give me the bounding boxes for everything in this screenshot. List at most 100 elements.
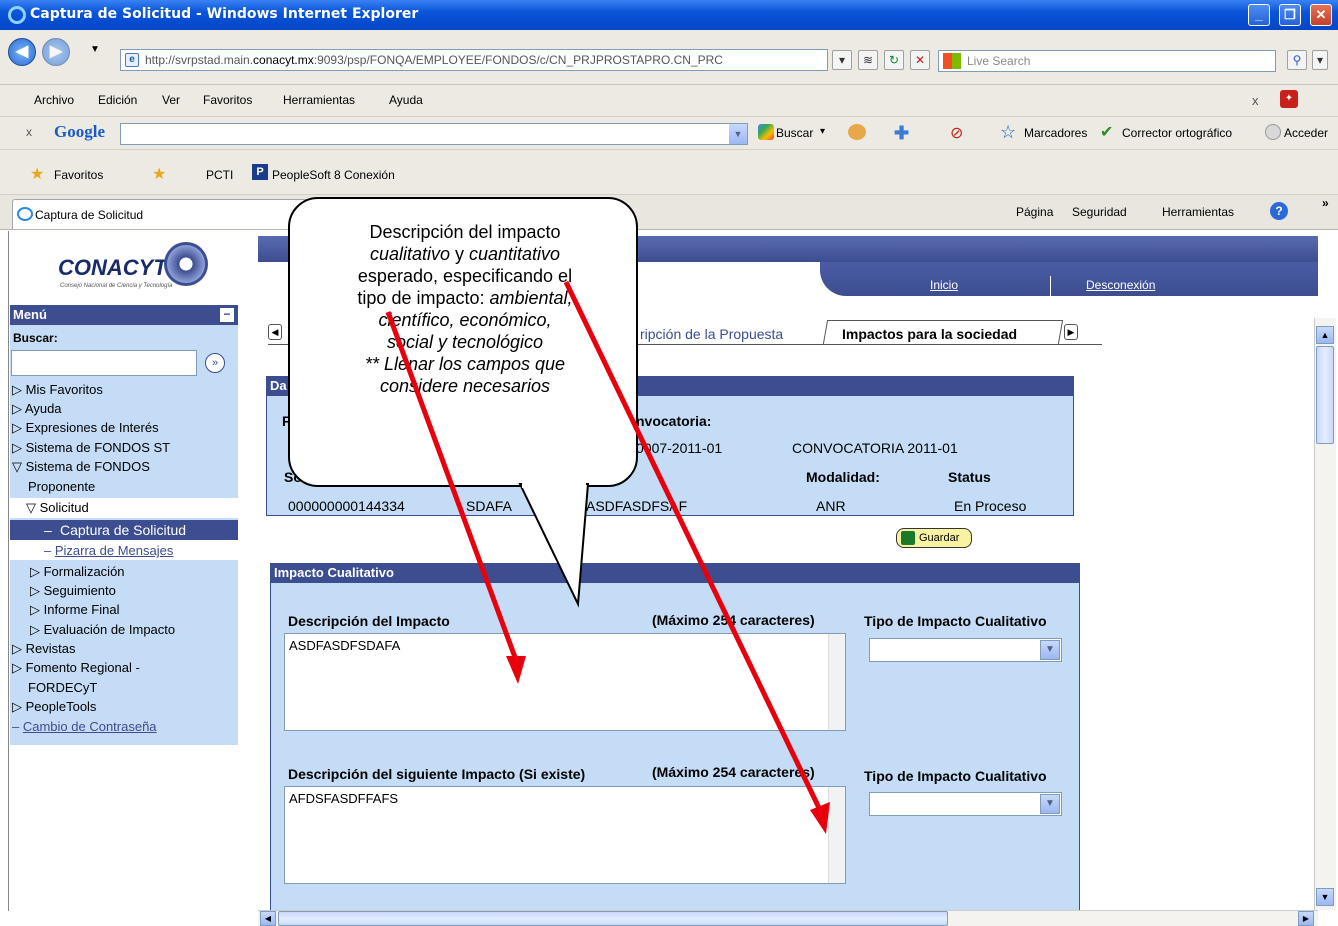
compat-view-icon[interactable]: ≋ [858, 50, 878, 70]
corrector-button[interactable]: Corrector ortográfico [1122, 126, 1232, 140]
star-bookmark-icon[interactable]: ☆ [1000, 122, 1016, 143]
tab-descripcion-propuesta[interactable]: ripción de la Propuesta [640, 326, 783, 342]
tipo1-label: Tipo de Impacto Cualitativo [864, 613, 1047, 629]
sidebar-item-expresiones[interactable]: ▷ Expresiones de Interés [12, 420, 159, 436]
desc2-textarea[interactable]: AFDSFASDFFAFS [284, 786, 846, 884]
sidebar-item-ayuda[interactable]: ▷ Ayuda [12, 401, 62, 417]
desc1-scrollbar[interactable] [828, 634, 845, 730]
history-dropdown-icon[interactable]: ▼ [90, 44, 100, 55]
spellcheck-icon[interactable]: ✔ [1100, 122, 1113, 142]
favoritos-button[interactable]: Favoritos [54, 168, 103, 182]
favorites-star-icon[interactable]: ★ [30, 164, 44, 184]
fav-link-peoplesoft[interactable]: PeopleSoft 8 Conexión [272, 168, 395, 182]
menu-favoritos[interactable]: Favoritos [203, 93, 252, 107]
sidebar-item-fordecyt[interactable]: FORDECyT [28, 680, 97, 695]
add-button-icon[interactable]: ✚ [894, 123, 909, 144]
sidebar-item-captura-selected[interactable]: – Captura de Solicitud [10, 520, 238, 540]
back-icon[interactable]: ◀ [8, 38, 36, 66]
sidebar-search-go-icon[interactable]: » [205, 353, 225, 373]
scroll-down-icon[interactable]: ▼ [1316, 888, 1334, 906]
sidebar-item-solicitud[interactable]: ▽ Solicitud [26, 500, 89, 516]
page-horizontal-scrollbar[interactable]: ◀ ▶ [258, 910, 1318, 926]
sidebar-item-proponente[interactable]: Proponente [28, 479, 95, 494]
fav-link-pcti[interactable]: PCTI [206, 168, 233, 182]
close-icon[interactable]: ✕ [1310, 4, 1332, 26]
address-input[interactable]: e http://svrpstad.main.conacyt.mx:9093/p… [120, 49, 828, 71]
tipo2-select[interactable]: ▼ [869, 792, 1062, 816]
tipo1-dropdown-icon[interactable]: ▼ [1040, 640, 1060, 660]
pdf-icon[interactable]: ✦ [1280, 90, 1298, 108]
convocatoria-code: 0007-2011-01 [636, 440, 723, 456]
google-buscar-button[interactable]: Buscar [776, 126, 813, 140]
popup-blocker-icon[interactable]: ⊘ [950, 123, 963, 143]
guardar-button[interactable]: Guardar [896, 528, 972, 548]
tab-impactos-sociedad[interactable]: Impactos para la sociedad [842, 326, 1017, 342]
menu-herramientas[interactable]: Herramientas [283, 93, 355, 107]
tipo2-label: Tipo de Impacto Cualitativo [864, 768, 1047, 784]
maximize-icon[interactable]: ❐ [1279, 4, 1301, 26]
pagina-button[interactable]: Página [1016, 205, 1053, 219]
tab-prev-icon[interactable]: ◀ [268, 324, 282, 340]
url-prefix: http://svrpstad.main. [145, 53, 254, 67]
sidebar-item-mis-favoritos[interactable]: ▷ Mis Favoritos [12, 382, 103, 398]
conacyt-emblem-icon [164, 242, 208, 286]
close-google-toolbar-icon[interactable]: x [26, 125, 32, 139]
acceder-button[interactable]: Acceder [1284, 126, 1328, 140]
marcadores-button[interactable]: Marcadores [1024, 126, 1087, 140]
inicio-link[interactable]: Inicio [930, 278, 958, 292]
herramientas-button[interactable]: Herramientas [1162, 205, 1234, 219]
sidebar-search-input[interactable] [11, 350, 197, 376]
window-title: Captura de Solicitud - Windows Internet … [30, 6, 419, 22]
desc1-textarea[interactable]: ASDFASDFSDAFA [284, 633, 846, 731]
titulo-value-a: SDAFA [466, 498, 512, 514]
sidebar-item-cambio-contrasena[interactable]: – Cambio de Contraseña [12, 719, 157, 734]
search-options-icon[interactable]: ▾ [1312, 50, 1328, 70]
sidebar-item-formalizacion[interactable]: ▷ Formalización [30, 564, 125, 580]
sidebar-item-pizarra[interactable]: – Pizarra de Mensajes [44, 543, 173, 558]
help-icon[interactable]: ? [1270, 202, 1288, 220]
page-vertical-scrollbar[interactable]: ▲ ▼ [1314, 318, 1336, 910]
menu-archivo[interactable]: Archivo [34, 93, 74, 107]
hscroll-thumb[interactable] [278, 911, 948, 926]
refresh-icon[interactable]: ↻ [884, 50, 904, 70]
sidebar-item-fondos-st[interactable]: ▷ Sistema de FONDOS ST [12, 440, 170, 456]
tab-next-icon[interactable]: ▶ [1064, 324, 1078, 340]
pagerank-icon[interactable] [848, 124, 866, 140]
menu-ayuda[interactable]: Ayuda [389, 93, 423, 107]
collapse-menu-icon[interactable]: − [220, 308, 234, 322]
scroll-right-icon[interactable]: ▶ [1298, 911, 1314, 926]
google-buscar-dropdown-icon[interactable]: ▾ [820, 126, 825, 137]
live-search-input[interactable]: Live Search [938, 50, 1276, 72]
search-icon[interactable]: ⚲ [1287, 50, 1307, 70]
scroll-left-icon[interactable]: ◀ [260, 911, 276, 926]
sidebar-item-fomento[interactable]: ▷ Fomento Regional - [12, 660, 140, 676]
sidebar-item-fondos[interactable]: ▽ Sistema de FONDOS [12, 459, 150, 475]
stop-icon[interactable]: ✕ [910, 50, 930, 70]
menu-edicion[interactable]: Edición [98, 93, 137, 107]
add-favorite-icon[interactable]: ★ [152, 164, 166, 184]
scroll-up-icon[interactable]: ▲ [1316, 326, 1334, 344]
google-search-input[interactable]: ▼ [120, 123, 748, 145]
google-search-icon[interactable] [758, 124, 774, 140]
sidebar-item-seguimiento[interactable]: ▷ Seguimiento [30, 583, 116, 599]
forward-icon[interactable]: ▶ [42, 38, 70, 66]
desconexion-link[interactable]: Desconexión [1086, 278, 1155, 292]
google-search-dropdown-icon[interactable]: ▼ [729, 124, 747, 144]
menu-ver[interactable]: Ver [162, 93, 180, 107]
tipo1-select[interactable]: ▼ [869, 638, 1062, 662]
command-overflow-icon[interactable]: » [1322, 196, 1329, 210]
desc2-scrollbar[interactable] [828, 787, 845, 883]
callout-line-7: ** Llenar los campos que [364, 354, 566, 374]
minimize-icon[interactable]: _ [1248, 4, 1270, 26]
scroll-thumb[interactable] [1316, 346, 1334, 444]
tipo2-dropdown-icon[interactable]: ▼ [1040, 794, 1060, 814]
close-menubar-icon[interactable]: x [1252, 93, 1259, 108]
sidebar-item-informe-final[interactable]: ▷ Informe Final [30, 602, 119, 618]
sidebar-item-evaluacion[interactable]: ▷ Evaluación de Impacto [30, 622, 175, 638]
seguridad-button[interactable]: Seguridad [1072, 205, 1127, 219]
url-rest: :9093/psp/FONQA/EMPLOYEE/FONDOS/c/CN_PRJ… [313, 53, 723, 67]
sidebar-item-peopletools[interactable]: ▷ PeopleTools [12, 699, 96, 715]
sidebar-item-revistas[interactable]: ▷ Revistas [12, 641, 75, 657]
address-dropdown-icon[interactable]: ▾ [832, 50, 852, 70]
max1-label: (Máximo 254 caracteres) [652, 612, 815, 628]
